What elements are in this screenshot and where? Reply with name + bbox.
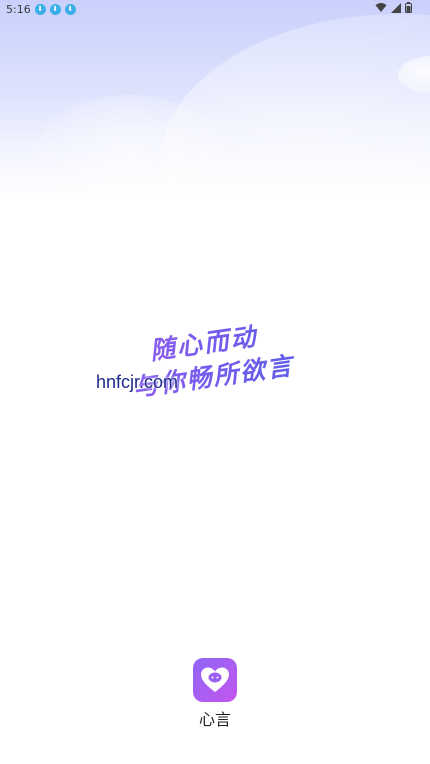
battery-icon — [405, 2, 412, 13]
heart-icon — [201, 667, 229, 692]
download-icon: ⬇ — [49, 3, 61, 15]
app-name: 心言 — [198, 710, 231, 729]
status-icons — [375, 2, 412, 13]
download-icon: ⬇ — [64, 3, 76, 15]
status-time: 5:16 — [6, 2, 31, 16]
download-icon: ⬇ — [34, 3, 46, 15]
wifi-icon — [375, 3, 387, 12]
signal-icon — [391, 2, 401, 13]
heart-chat-icon — [193, 658, 237, 702]
status-bar: 5:16 ⬇ ⬇ ⬇ — [0, 0, 430, 18]
header-background — [0, 0, 430, 200]
watermark: hnfcjr.com — [96, 372, 179, 392]
